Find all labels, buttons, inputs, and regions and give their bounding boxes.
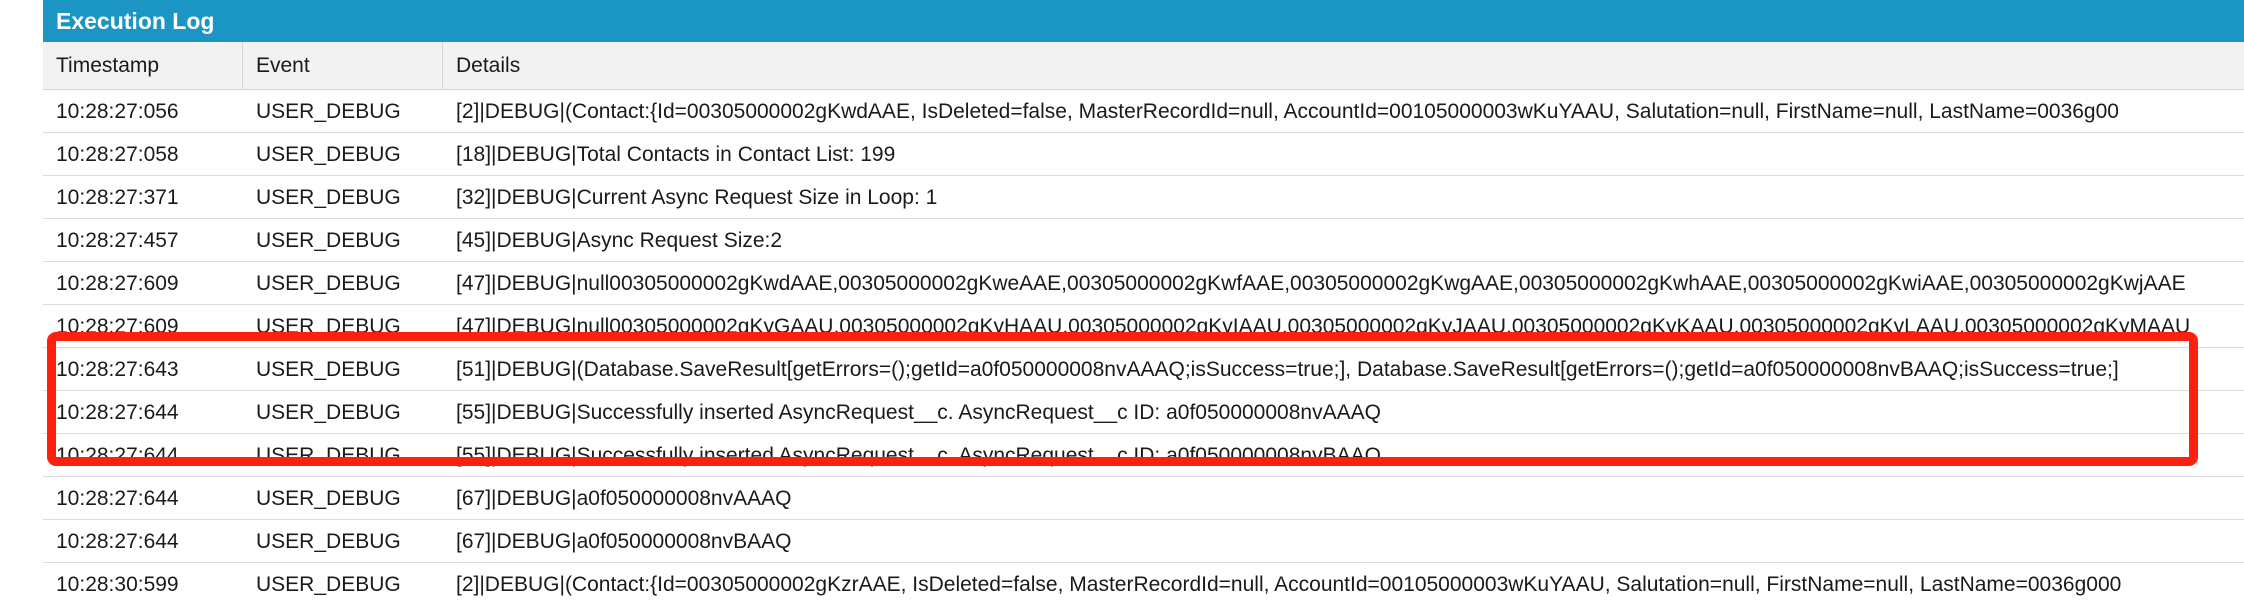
- panel-title: Execution Log: [43, 0, 2244, 42]
- table-row[interactable]: 10:28:27:457 USER_DEBUG [45]|DEBUG|Async R…: [43, 219, 2244, 262]
- timestamp-cell: 10:28:27:644: [56, 444, 179, 467]
- details-cell: [55]|DEBUG|Successfully inserted AsyncRe…: [456, 401, 1381, 424]
- log-table-body: 10:28:27:056 USER_DEBUG [2]|DEBUG|(Contact…: [43, 90, 2244, 602]
- table-row[interactable]: 10:28:27:609 USER_DEBUG [47]|DEBUG|null003…: [43, 305, 2244, 348]
- event-cell: USER_DEBUG: [256, 487, 401, 510]
- table-row[interactable]: 10:28:27:644 USER_DEBUG [67]|DEBUG|a0f0500…: [43, 520, 2244, 563]
- event-cell: USER_DEBUG: [256, 358, 401, 381]
- table-row[interactable]: 10:28:27:644 USER_DEBUG [55]|DEBUG|Success…: [43, 434, 2244, 477]
- table-row[interactable]: 10:28:27:644 USER_DEBUG [55]|DEBUG|Success…: [43, 391, 2244, 434]
- event-cell: USER_DEBUG: [256, 186, 401, 209]
- details-cell: [47]|DEBUG|null00305000002gKwdAAE,003050…: [456, 272, 2186, 295]
- details-cell: [18]|DEBUG|Total Contacts in Contact Lis…: [456, 143, 896, 166]
- details-cell: [45]|DEBUG|Async Request Size:2: [456, 229, 783, 252]
- details-cell: [67]|DEBUG|a0f050000008nvAAAQ: [456, 487, 792, 510]
- table-row[interactable]: 10:28:27:609 USER_DEBUG [47]|DEBUG|null003…: [43, 262, 2244, 305]
- column-header-timestamp[interactable]: Timestamp: [43, 42, 243, 89]
- event-cell: USER_DEBUG: [256, 272, 401, 295]
- details-cell: [47]|DEBUG|null00305000002gKyGAAU,003050…: [456, 315, 2191, 338]
- timestamp-cell: 10:28:27:643: [56, 358, 179, 381]
- event-cell: USER_DEBUG: [256, 100, 401, 123]
- table-row[interactable]: 10:28:27:644 USER_DEBUG [67]|DEBUG|a0f0500…: [43, 477, 2244, 520]
- timestamp-cell: 10:28:27:457: [56, 229, 179, 252]
- timestamp-cell: 10:28:27:056: [56, 100, 179, 123]
- timestamp-cell: 10:28:27:058: [56, 143, 179, 166]
- timestamp-cell: 10:28:27:371: [56, 186, 179, 209]
- details-cell: [2]|DEBUG|(Contact:{Id=00305000002gKzrAA…: [456, 573, 2122, 596]
- timestamp-cell: 10:28:27:644: [56, 401, 179, 424]
- table-row[interactable]: 10:28:27:643 USER_DEBUG [51]|DEBUG|(Databa…: [43, 348, 2244, 391]
- table-row[interactable]: 10:28:27:056 USER_DEBUG [2]|DEBUG|(Contact…: [43, 90, 2244, 133]
- table-row[interactable]: 10:28:27:371 USER_DEBUG [32]|DEBUG|Current…: [43, 176, 2244, 219]
- details-cell: [55]|DEBUG|Successfully inserted AsyncRe…: [456, 444, 1381, 467]
- execution-log-panel: Execution Log Timestamp Event Details 10…: [43, 0, 2244, 602]
- timestamp-cell: 10:28:27:609: [56, 272, 179, 295]
- event-cell: USER_DEBUG: [256, 143, 401, 166]
- event-cell: USER_DEBUG: [256, 530, 401, 553]
- timestamp-cell: 10:28:27:644: [56, 487, 179, 510]
- details-cell: [67]|DEBUG|a0f050000008nvBAAQ: [456, 530, 792, 553]
- column-header-details[interactable]: Details: [443, 42, 2244, 89]
- event-cell: USER_DEBUG: [256, 229, 401, 252]
- table-row[interactable]: 10:28:27:058 USER_DEBUG [18]|DEBUG|Total C…: [43, 133, 2244, 176]
- column-header-event[interactable]: Event: [243, 42, 443, 89]
- event-cell: USER_DEBUG: [256, 573, 401, 596]
- event-cell: USER_DEBUG: [256, 444, 401, 467]
- details-cell: [2]|DEBUG|(Contact:{Id=00305000002gKwdAA…: [456, 100, 2119, 123]
- table-header-row: Timestamp Event Details: [43, 42, 2244, 90]
- table-row[interactable]: 10:28:30:599 USER_DEBUG [2]|DEBUG|(Contact…: [43, 563, 2244, 602]
- details-cell: [51]|DEBUG|(Database.SaveResult[getError…: [456, 358, 2119, 381]
- timestamp-cell: 10:28:27:644: [56, 530, 179, 553]
- timestamp-cell: 10:28:27:609: [56, 315, 179, 338]
- event-cell: USER_DEBUG: [256, 401, 401, 424]
- timestamp-cell: 10:28:30:599: [56, 573, 179, 596]
- event-cell: USER_DEBUG: [256, 315, 401, 338]
- details-cell: [32]|DEBUG|Current Async Request Size in…: [456, 186, 938, 209]
